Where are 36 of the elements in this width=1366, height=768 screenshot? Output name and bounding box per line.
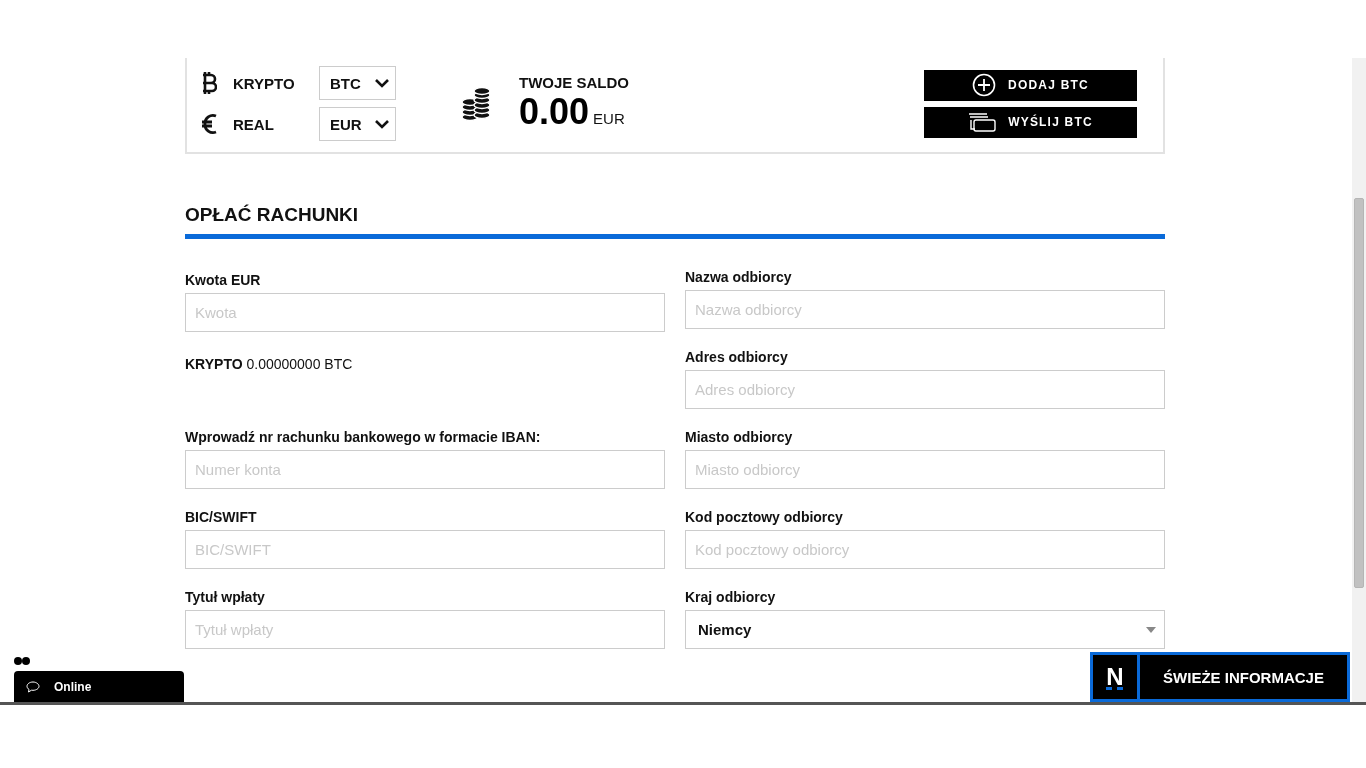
currency-label: KRYPTO bbox=[233, 74, 296, 92]
currency-select[interactable]: EUR bbox=[319, 107, 396, 141]
field-label: Tytuł wpłaty bbox=[185, 589, 266, 605]
balance-label: TWOJE SALDO bbox=[519, 74, 629, 91]
speech-bubble-icon bbox=[26, 680, 40, 693]
coins-icon bbox=[461, 86, 491, 121]
field-label: Wprowadź nr rachunku bankowego w formacie IBAN: bbox=[185, 429, 542, 445]
action-button[interactable]: WYŚLIJ BTC bbox=[924, 106, 1137, 138]
currency-select[interactable]: BTC bbox=[319, 66, 396, 100]
field-label: Kraj odbiorcy bbox=[685, 589, 777, 605]
section-title: OPŁAĆ RACHUNKI bbox=[185, 204, 1165, 239]
chevron-down-icon bbox=[375, 119, 389, 129]
crypto-amount: KRYPTO 0.00000000 BTC bbox=[185, 355, 354, 372]
country-select[interactable]: Niemcy bbox=[685, 610, 1165, 649]
currency-label: REAL bbox=[233, 115, 275, 133]
euro-icon bbox=[201, 113, 217, 135]
scrollbar[interactable] bbox=[1352, 58, 1366, 702]
banknotes-icon bbox=[968, 112, 997, 132]
action-button[interactable]: DODAJ BTC bbox=[924, 69, 1137, 101]
field-label: Miasto odbiorcy bbox=[685, 429, 794, 445]
news-button[interactable]: ŚWIEŻE INFORMACJE bbox=[1140, 652, 1350, 702]
field-label: Adres odbiorcy bbox=[685, 349, 789, 365]
field-label: BIC/SWIFT bbox=[185, 509, 258, 525]
dots-icon bbox=[14, 657, 31, 665]
field-label: Nazwa odbiorcy bbox=[685, 269, 793, 285]
chat-bar[interactable]: Online bbox=[14, 671, 184, 702]
chevron-down-icon bbox=[375, 78, 389, 88]
plus-circle-icon bbox=[972, 73, 997, 97]
field-label: Kwota EUR bbox=[185, 272, 262, 288]
balance-amount: 0.00 bbox=[519, 91, 590, 133]
scrollbar-thumb[interactable] bbox=[1354, 198, 1364, 588]
balance-currency: EUR bbox=[593, 110, 625, 127]
news-logo: N bbox=[1090, 652, 1140, 702]
field-label: Kod pocztowy odbiorcy bbox=[685, 509, 844, 525]
bitcoin-icon bbox=[201, 71, 217, 95]
caret-icon bbox=[1146, 626, 1156, 633]
